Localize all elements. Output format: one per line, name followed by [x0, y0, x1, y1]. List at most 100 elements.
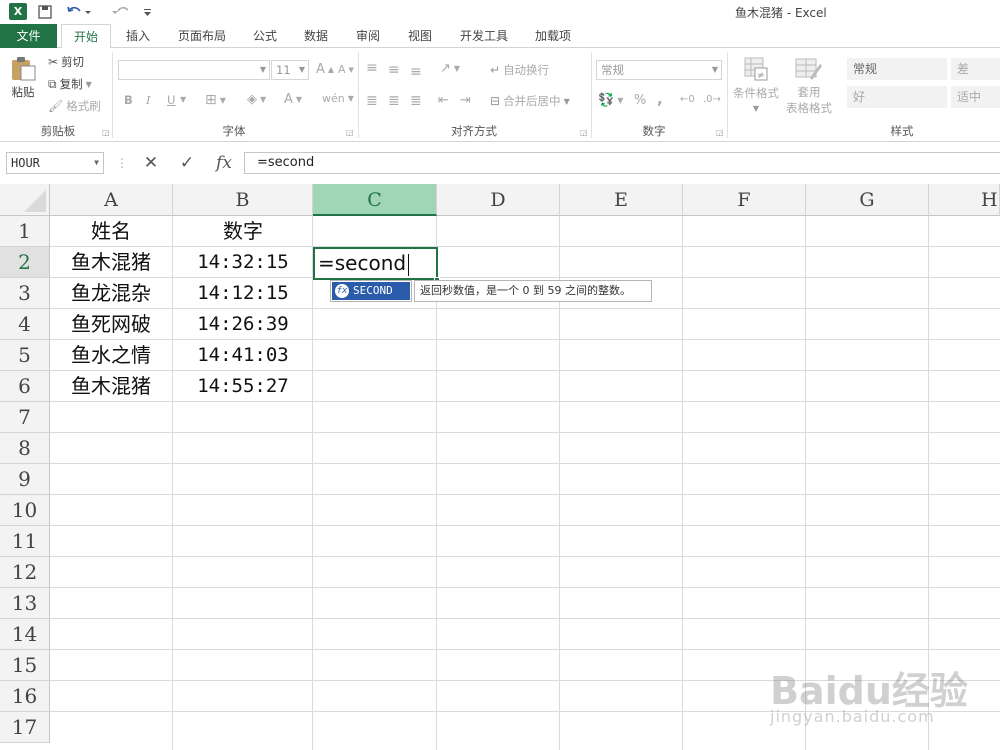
tab-file[interactable]: 文件: [0, 24, 57, 48]
tab-page-layout[interactable]: 页面布局: [170, 24, 234, 48]
row-header-16[interactable]: 16: [0, 681, 50, 712]
cell-a4[interactable]: 鱼死网破: [50, 309, 172, 340]
align-center-icon[interactable]: ≣: [388, 93, 400, 109]
bold-button[interactable]: B: [124, 93, 133, 107]
align-left-icon[interactable]: ≣: [366, 93, 378, 109]
cut-button[interactable]: ✂ 剪切: [48, 54, 84, 70]
row-header-10[interactable]: 10: [0, 495, 50, 526]
shrink-font-button[interactable]: A ▼: [338, 63, 354, 76]
paste-button[interactable]: 粘贴: [9, 56, 37, 100]
cell-a5[interactable]: 鱼水之情: [50, 340, 172, 371]
row-header-8[interactable]: 8: [0, 433, 50, 464]
formula-input[interactable]: =second: [244, 152, 1000, 174]
tab-data[interactable]: 数据: [296, 24, 336, 48]
select-all-button[interactable]: [0, 184, 50, 216]
cell-a1[interactable]: 姓名: [50, 216, 172, 247]
align-middle-icon[interactable]: ≡: [388, 62, 400, 78]
alignment-launcher-icon[interactable]: ◲: [580, 128, 588, 137]
tab-insert[interactable]: 插入: [118, 24, 158, 48]
row-header-1[interactable]: 1: [0, 216, 50, 247]
format-as-table-button[interactable]: 套用 表格格式: [786, 56, 832, 116]
align-right-icon[interactable]: ≣: [410, 93, 422, 109]
row-header-12[interactable]: 12: [0, 557, 50, 588]
style-neutral[interactable]: 适中: [951, 86, 1000, 108]
customize-qat-icon[interactable]: [141, 3, 153, 21]
row-header-15[interactable]: 15: [0, 650, 50, 681]
column-header-c[interactable]: C: [313, 184, 437, 216]
cell-a2[interactable]: 鱼木混猪: [50, 247, 172, 278]
format-painter-button[interactable]: 🖌 格式刷: [48, 98, 101, 114]
row-header-6[interactable]: 6: [0, 371, 50, 402]
cancel-icon[interactable]: ✕: [138, 152, 164, 174]
row-header-17[interactable]: 17: [0, 712, 50, 743]
fill-color-icon[interactable]: ◈ ▼: [247, 92, 266, 107]
style-normal[interactable]: 常规: [847, 58, 947, 80]
comma-style-button[interactable]: ,: [657, 90, 663, 108]
number-launcher-icon[interactable]: ◲: [716, 128, 724, 137]
cell-b5[interactable]: 14:41:03: [173, 340, 313, 371]
column-header-d[interactable]: D: [437, 184, 560, 216]
row-header-5[interactable]: 5: [0, 340, 50, 371]
decrease-decimal-icon[interactable]: .0→: [703, 94, 721, 105]
copy-button[interactable]: ⧉ 复制 ▼: [48, 76, 92, 92]
number-format-combo[interactable]: 常规 ▼: [596, 60, 722, 80]
column-header-h[interactable]: H: [929, 184, 1000, 216]
row-header-2[interactable]: 2: [0, 247, 50, 278]
underline-dropdown-icon[interactable]: ▼: [180, 95, 186, 104]
tab-formulas[interactable]: 公式: [245, 24, 285, 48]
decrease-indent-icon[interactable]: ⇤: [438, 93, 449, 108]
increase-decimal-icon[interactable]: ←0: [680, 94, 695, 105]
borders-icon[interactable]: ⊞ ▼: [205, 92, 226, 108]
align-bottom-icon[interactable]: ≡: [410, 64, 422, 80]
column-header-f[interactable]: F: [683, 184, 806, 216]
row-header-13[interactable]: 13: [0, 588, 50, 619]
italic-button[interactable]: I: [146, 93, 151, 107]
cell-b6[interactable]: 14:55:27: [173, 371, 313, 402]
merge-center-button[interactable]: ⊟ 合并后居中 ▼: [490, 93, 570, 109]
underline-button[interactable]: U: [167, 93, 175, 107]
conditional-formatting-button[interactable]: ≠ 条件格式 ▼: [733, 56, 779, 113]
tab-review[interactable]: 审阅: [348, 24, 388, 48]
cell-a6[interactable]: 鱼木混猪: [50, 371, 172, 402]
name-box[interactable]: HOUR ▼: [6, 152, 104, 174]
row-header-14[interactable]: 14: [0, 619, 50, 650]
column-header-b[interactable]: B: [173, 184, 313, 216]
tab-view[interactable]: 视图: [400, 24, 440, 48]
font-color-icon[interactable]: A ▼: [284, 92, 302, 107]
wrap-text-button[interactable]: ↵ 自动换行: [490, 62, 549, 78]
font-name-combo[interactable]: ▼: [118, 60, 270, 80]
column-header-a[interactable]: A: [50, 184, 173, 216]
row-header-4[interactable]: 4: [0, 309, 50, 340]
tab-add-ins[interactable]: 加载项: [527, 24, 579, 48]
active-cell-c2[interactable]: =second: [313, 247, 438, 280]
orientation-icon[interactable]: ↗ ▼: [440, 61, 460, 76]
accounting-format-icon[interactable]: 💱 ▼: [598, 93, 623, 108]
cell-b2[interactable]: 14:32:15: [173, 247, 313, 278]
autocomplete-item-second[interactable]: fx SECOND: [332, 282, 410, 300]
redo-icon[interactable]: [104, 3, 134, 21]
align-top-icon[interactable]: ≡: [366, 60, 378, 76]
font-size-combo[interactable]: 11 ▼: [271, 60, 309, 80]
cell-b4[interactable]: 14:26:39: [173, 309, 313, 340]
font-launcher-icon[interactable]: ◲: [346, 128, 354, 137]
percent-button[interactable]: %: [634, 93, 646, 108]
row-header-7[interactable]: 7: [0, 402, 50, 433]
enter-check-icon[interactable]: ✓: [174, 152, 200, 174]
cell-b3[interactable]: 14:12:15: [173, 278, 313, 309]
cell-a3[interactable]: 鱼龙混杂: [50, 278, 172, 309]
row-header-3[interactable]: 3: [0, 278, 50, 309]
save-icon[interactable]: [36, 3, 54, 21]
grow-font-button[interactable]: A ▲: [316, 62, 334, 77]
row-header-9[interactable]: 9: [0, 464, 50, 495]
cell-b1[interactable]: 数字: [173, 216, 313, 247]
column-header-e[interactable]: E: [560, 184, 683, 216]
tab-home[interactable]: 开始: [61, 24, 111, 49]
row-header-11[interactable]: 11: [0, 526, 50, 557]
column-header-g[interactable]: G: [806, 184, 929, 216]
undo-icon[interactable]: [64, 3, 94, 21]
tab-developer[interactable]: 开发工具: [452, 24, 516, 48]
style-good[interactable]: 好: [847, 86, 947, 108]
style-bad[interactable]: 差: [951, 58, 1000, 80]
insert-function-icon[interactable]: fx: [210, 152, 238, 174]
phonetic-icon[interactable]: wén ▼: [322, 92, 354, 105]
